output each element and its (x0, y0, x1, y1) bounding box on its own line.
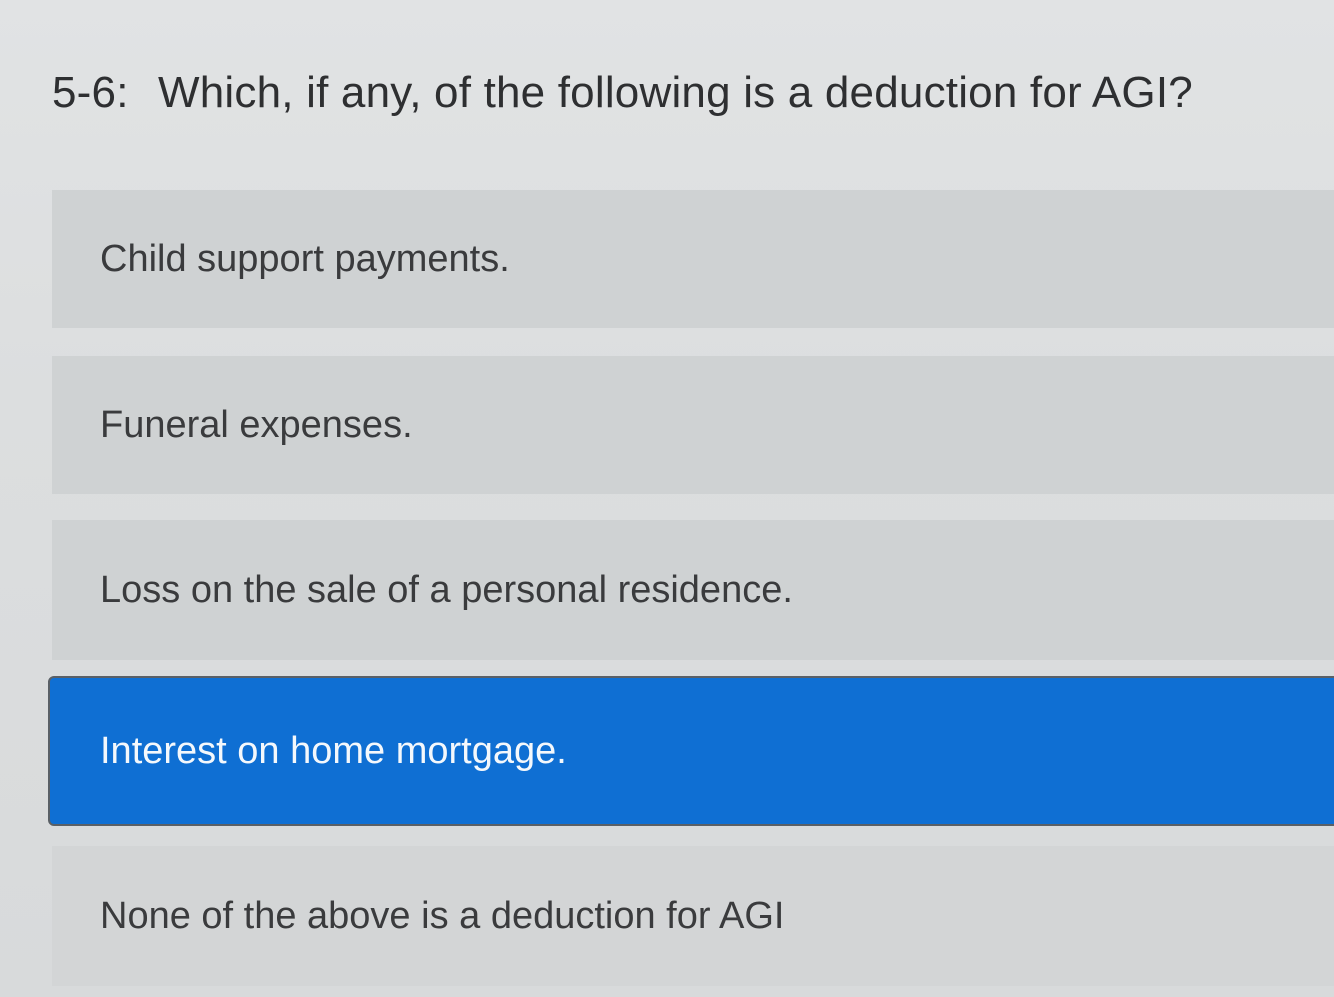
answer-option-label: Loss on the sale of a personal residence… (100, 568, 793, 611)
answer-option-loss-on-residence[interactable]: Loss on the sale of a personal residence… (52, 520, 1334, 660)
answer-option-label: Funeral expenses. (100, 403, 413, 446)
question-text: Which, if any, of the following is a ded… (158, 68, 1193, 117)
question-header: 5-6: Which, if any, of the following is … (52, 68, 1193, 118)
answer-option-label: None of the above is a deduction for AGI (100, 894, 785, 937)
answer-option-label: Child support payments. (100, 237, 510, 280)
answer-option-none-of-the-above[interactable]: None of the above is a deduction for AGI (52, 846, 1334, 986)
answer-option-mortgage-interest-selected[interactable]: Interest on home mortgage. (48, 676, 1334, 826)
answer-option-child-support[interactable]: Child support payments. (52, 190, 1334, 328)
question-number: 5-6: (52, 68, 129, 117)
quiz-screen: 5-6: Which, if any, of the following is … (0, 0, 1334, 997)
answer-option-funeral-expenses[interactable]: Funeral expenses. (52, 356, 1334, 494)
answer-option-label: Interest on home mortgage. (100, 729, 567, 772)
